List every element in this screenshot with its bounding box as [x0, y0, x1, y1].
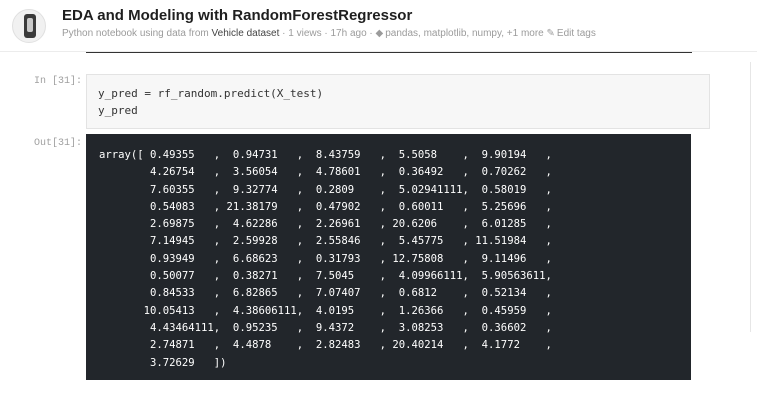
dataset-link[interactable]: Vehicle dataset	[212, 28, 280, 39]
output-line: 2.69875 , 4.62286 , 2.26961 , 20.6206 , …	[99, 218, 552, 231]
cell-separator	[86, 52, 692, 53]
output-line: 4.43464111, 0.95235 , 9.4372 , 3.08253 ,…	[99, 321, 552, 334]
output-line: array([ 0.49355 , 0.94731 , 8.43759 , 5.…	[99, 149, 552, 161]
tag-icon: ◆	[375, 28, 384, 39]
avatar-image	[24, 14, 36, 38]
edit-tags-link[interactable]: Edit tags	[557, 28, 596, 39]
output-line: 0.50077 , 0.38271 , 7.5045 , 4.09966111,…	[99, 270, 552, 283]
pencil-icon: ✎	[546, 28, 555, 39]
code-input-cell[interactable]: y_pred = rf_random.predict(X_test) y_pre…	[86, 74, 710, 129]
scroll-track[interactable]	[750, 62, 751, 332]
notebook-subtitle: Python notebook using data from Vehicle …	[62, 28, 596, 39]
code-line: y_pred	[98, 104, 138, 117]
output-line: 10.05413 , 4.38606111, 4.0195 , 1.26366 …	[99, 304, 552, 317]
notebook-header: EDA and Modeling with RandomForestRegres…	[0, 0, 757, 52]
subtitle-prefix: Python notebook using data from	[62, 28, 212, 39]
output-prompt: Out[31]:	[33, 138, 82, 149]
output-line: 2.74871 , 4.4878 , 2.82483 , 20.40214 , …	[99, 339, 552, 352]
output-line: 4.26754 , 3.56054 , 4.78601 , 0.36492 , …	[99, 166, 552, 179]
output-line: 7.14945 , 2.59928 , 2.55846 , 5.45775 , …	[99, 235, 552, 248]
notebook-title: EDA and Modeling with RandomForestRegres…	[62, 7, 413, 24]
author-avatar[interactable]	[12, 9, 46, 43]
output-line: 0.84533 , 6.82865 , 7.07407 , 0.6812 , 0…	[99, 287, 552, 300]
input-prompt: In [31]:	[33, 76, 82, 87]
output-line: 7.60355 , 9.32774 , 0.2809 , 5.02941111,…	[99, 183, 552, 196]
code-line: y_pred = rf_random.predict(X_test)	[98, 87, 324, 100]
code-output-cell: array([ 0.49355 , 0.94731 , 8.43759 , 5.…	[86, 134, 691, 380]
subtitle-meta: · 1 views · 17h ago ·	[279, 28, 376, 39]
output-line: 3.72629 ])	[99, 356, 227, 369]
output-line: 0.93949 , 6.68623 , 0.31793 , 12.75808 ,…	[99, 252, 552, 265]
output-line: 0.54083 , 21.38179 , 0.47902 , 0.60011 ,…	[99, 200, 552, 213]
output-text: array([ 0.49355 , 0.94731 , 8.43759 , 5.…	[99, 147, 552, 372]
tags-list[interactable]: pandas, matplotlib, numpy, +1 more	[385, 28, 544, 39]
